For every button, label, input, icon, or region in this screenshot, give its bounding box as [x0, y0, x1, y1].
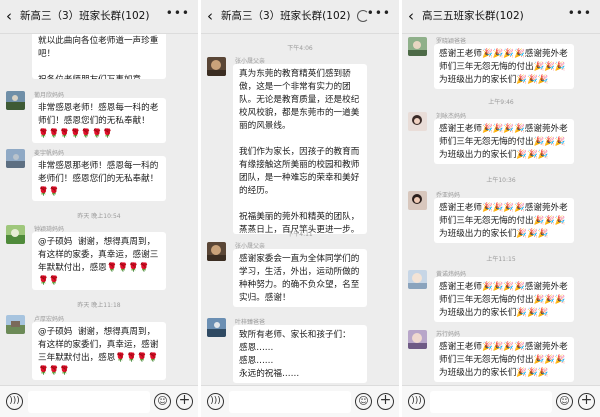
avatar[interactable] — [6, 91, 25, 110]
message-bubble[interactable]: @子硕妈 谢谢，想得真周到，有这样的家委们，真幸运，感谢三年默默付出，感恩🌹🌹🌹… — [32, 322, 166, 380]
avatar[interactable] — [6, 149, 25, 168]
message-list[interactable]: 罗晓颖爸爸 感谢王老师🎉🎉🎉🎉感谢莞外老师们三年无怨无悔的付出🎉🎉🎉为班级出力的… — [402, 34, 600, 385]
avatar[interactable] — [408, 330, 427, 349]
timestamp: 下午4:11 — [287, 231, 313, 238]
input-bar: ))) ☺ + — [402, 385, 600, 417]
message-bubble[interactable]: 真为东莞的教育精英们感到骄傲，这是一个非常有实力的团队。无论是教育质量，还是校纪… — [233, 64, 367, 234]
message-bubble[interactable]: @子硕妈 谢谢，想得真周到，有这样的家委，真幸运，感谢三年默默付出，感恩🌹🌹🌹🌹… — [32, 232, 166, 290]
timestamp: 昨天 晚上11:18 — [77, 302, 121, 309]
message-bubble[interactable]: 感谢王老师🎉🎉🎉🎉感谢莞外老师们三年无怨无悔的付出🎉🎉🎉为班级出力的家长们🎉🎉🎉 — [434, 277, 574, 322]
chat-panel-1: ‹ 新高三（3）班家长群(102) ••• 就以此曲向各位老师道一声珍重吧！ 祝… — [0, 0, 198, 417]
timestamp: 下午4:06 — [287, 45, 313, 52]
avatar[interactable] — [408, 191, 427, 210]
message-bubble[interactable]: 就以此曲向各位老师道一声珍重吧！ 祝各位老师朋友们万事如意。 — [32, 34, 166, 79]
message-input[interactable] — [430, 391, 552, 413]
message-bubble[interactable]: 感谢王老师🎉🎉🎉🎉感谢莞外老师们三年无怨无悔的付出🎉🎉🎉为班级出力的家长们🎉🎉🎉 — [434, 119, 574, 164]
voice-icon[interactable]: ))) — [408, 393, 425, 410]
timestamp: 昨天 晚上10:54 — [77, 213, 121, 220]
message-bubble[interactable]: 感谢王老师🎉🎉🎉🎉感谢莞外老师们三年无怨无悔的付出🎉🎉🎉为班级出力的家长们🎉🎉🎉 — [434, 198, 574, 243]
chat-header: ‹ 高三五班家长群(102) ••• — [402, 0, 600, 34]
chevron-left-icon[interactable]: ‹ — [6, 8, 12, 24]
message-bubble[interactable]: 非常感恩老师！感恩每一科的老师们！感恩您们的无私奉献！🌹🌹🌹🌹🌹🌹🌹 — [32, 98, 166, 143]
message-bubble[interactable]: 感谢家委会一直为全体同学们的学习，生活，外出，运动所做的种种努力。的确不负众望，… — [233, 249, 367, 307]
message-input[interactable] — [229, 391, 351, 413]
chat-panel-3: ‹ 高三五班家长群(102) ••• 罗晓颖爸爸 感谢王老师🎉🎉🎉🎉感谢莞外老师… — [402, 0, 600, 417]
message-list[interactable]: 就以此曲向各位老师道一声珍重吧！ 祝各位老师朋友们万事如意。 葡月欣妈妈 非常感… — [0, 34, 198, 385]
chat-header: ‹ 新高三（3）班家长群(102) ••• — [201, 0, 399, 34]
chat-title: 新高三（3）班家长群(102) — [20, 10, 150, 22]
more-icon[interactable]: ••• — [166, 6, 190, 20]
chevron-left-icon[interactable]: ‹ — [207, 8, 213, 24]
plus-icon[interactable]: + — [377, 393, 394, 410]
chat-header: ‹ 新高三（3）班家长群(102) ••• — [0, 0, 198, 34]
avatar[interactable] — [207, 318, 226, 337]
timestamp: 上午10:36 — [486, 177, 516, 184]
more-icon[interactable]: ••• — [568, 6, 592, 20]
input-bar: ))) ☺ + — [0, 385, 198, 417]
avatar[interactable] — [408, 112, 427, 131]
more-icon[interactable]: ••• — [367, 6, 391, 20]
message-bubble[interactable]: 致所有老师、家长和孩子们： 感恩…… 感恩…… 永远的祝福…… — [233, 325, 367, 383]
avatar[interactable] — [6, 225, 25, 244]
chevron-left-icon[interactable]: ‹ — [408, 8, 414, 24]
message-list[interactable]: 下午4:06 张小晟父亲 真为东莞的教育精英们感到骄傲，这是一个非常有实力的团队… — [201, 34, 399, 385]
timestamp: 上午11:15 — [486, 256, 516, 263]
message-bubble[interactable]: 感谢王老师🎉🎉🎉🎉感谢莞外老师们三年无怨无悔的付出🎉🎉🎉为班级出力的家长们🎉🎉🎉 — [434, 337, 574, 382]
emoji-icon[interactable]: ☺ — [154, 393, 171, 410]
emoji-icon[interactable]: ☺ — [556, 393, 573, 410]
message-bubble[interactable]: 非常感恩那老师！感恩每一科的老师们！感恩您们的无私奉献！🌹🌹 — [32, 156, 166, 201]
plus-icon[interactable]: + — [176, 393, 193, 410]
avatar[interactable] — [408, 270, 427, 289]
voice-icon[interactable]: ))) — [6, 393, 23, 410]
avatar[interactable] — [207, 57, 226, 76]
message-input[interactable] — [28, 391, 150, 413]
message-bubble[interactable]: 感谢王老师🎉🎉🎉🎉感谢莞外老师们三年无怨无悔的付出🎉🎉🎉为班级出力的家长们🎉🎉🎉 — [434, 44, 574, 89]
avatar[interactable] — [6, 315, 25, 334]
avatar[interactable] — [207, 242, 226, 261]
chat-panel-2: ‹ 新高三（3）班家长群(102) ••• 下午4:06 张小晟父亲 真为东莞的… — [201, 0, 399, 417]
timestamp: 上午9:46 — [488, 99, 514, 106]
input-bar: ))) ☺ + — [201, 385, 399, 417]
chat-title: 新高三（3）班家长群(102) — [221, 10, 351, 22]
voice-icon[interactable]: ))) — [207, 393, 224, 410]
emoji-icon[interactable]: ☺ — [355, 393, 372, 410]
plus-icon[interactable]: + — [578, 393, 595, 410]
chat-title: 高三五班家长群(102) — [422, 10, 524, 22]
avatar[interactable] — [408, 37, 427, 56]
